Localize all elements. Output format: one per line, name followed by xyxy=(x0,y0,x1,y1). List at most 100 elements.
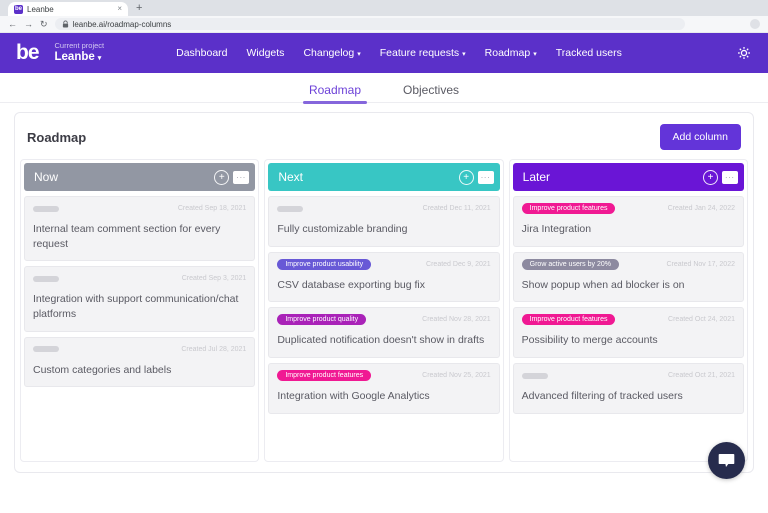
chat-widget-button[interactable] xyxy=(708,442,745,479)
card-created-date: Created Nov 28, 2021 xyxy=(422,316,491,324)
browser-avatar[interactable] xyxy=(750,19,760,29)
lane-actions: + ... xyxy=(702,169,738,185)
card-tag: Improve product features xyxy=(277,370,372,382)
roadmap-card[interactable]: Created Dec 11, 2021 Fully customizable … xyxy=(268,196,500,247)
app-navbar: be Current project Leanbe ▾ Dashboard Wid… xyxy=(0,33,768,73)
card-title: Duplicated notification doesn't show in … xyxy=(277,334,485,347)
nav-items: Dashboard Widgets Changelog ▾ Feature req… xyxy=(176,47,622,59)
panel-header: Roadmap Add column xyxy=(15,113,753,159)
card-tag-placeholder xyxy=(33,346,59,353)
nav-item[interactable]: Changelog ▾ xyxy=(303,47,360,59)
card-top-row: Created Sep 3, 2021 xyxy=(33,273,246,284)
card-top-row: Created Dec 11, 2021 xyxy=(277,203,491,214)
nav-item[interactable]: Widgets xyxy=(247,47,285,59)
cards-list: Created Dec 11, 2021 Fully customizable … xyxy=(268,196,500,414)
card-top-row: Improve product quality Created Nov 28, … xyxy=(277,314,491,326)
card-top-row: Improve product features Created Jan 24,… xyxy=(521,203,735,214)
settings-gear-icon[interactable] xyxy=(736,45,752,61)
card-title: Advanced filtering of tracked users xyxy=(521,390,683,403)
card-created-date: Created Nov 25, 2021 xyxy=(422,372,491,380)
lock-icon xyxy=(62,20,68,28)
chevron-down-icon: ▾ xyxy=(357,51,361,58)
chevron-down-icon: ▾ xyxy=(97,54,102,62)
lane-actions: + ... xyxy=(458,169,494,185)
card-top-row: Improve product features Created Oct 24,… xyxy=(521,314,735,326)
lane-actions: + ... xyxy=(214,169,250,185)
nav-item[interactable]: Tracked users xyxy=(556,47,622,59)
lane-header: Next + ... xyxy=(268,163,500,191)
lane-title: Later xyxy=(522,170,551,184)
nav-item[interactable]: Feature requests ▾ xyxy=(380,47,466,59)
leanbe-logo[interactable]: be xyxy=(16,41,39,65)
page-title: Roadmap xyxy=(27,129,87,145)
project-switcher[interactable]: Current project Leanbe ▾ xyxy=(54,41,105,64)
nav-item[interactable]: Roadmap ▾ xyxy=(485,47,537,59)
nav-item[interactable]: Dashboard xyxy=(176,47,227,59)
card-title: Custom categories and labels xyxy=(33,363,172,376)
lane-header: Now + ... xyxy=(24,163,256,191)
lane-menu-ellipsis-icon[interactable]: ... xyxy=(477,170,494,184)
card-title: CSV database exporting bug fix xyxy=(277,278,426,291)
card-created-date: Created Dec 11, 2021 xyxy=(422,205,491,212)
back-icon[interactable]: ← xyxy=(8,19,17,29)
card-created-date: Created Dec 9, 2021 xyxy=(426,260,491,268)
add-card-plus-icon[interactable]: + xyxy=(458,169,474,185)
page-tab[interactable]: Roadmap xyxy=(302,77,368,104)
card-created-date: Created Sep 18, 2021 xyxy=(177,205,247,212)
forward-icon[interactable]: → xyxy=(24,19,33,29)
browser-tab[interactable]: be Leanbe × xyxy=(8,2,128,16)
roadmap-card[interactable]: Created Sep 3, 2021 Integration with sup… xyxy=(24,266,256,332)
board-lane: Later + ... Improve product features Cre… xyxy=(508,159,748,462)
lane-title: Next xyxy=(278,170,304,184)
chevron-down-icon: ▾ xyxy=(462,51,466,58)
card-created-date: Created Jan 24, 2022 xyxy=(667,205,735,212)
page-tabs: Roadmap Objectives xyxy=(0,73,768,104)
card-top-row: Created Oct 21, 2021 xyxy=(521,370,735,381)
card-title: Integration with Google Analytics xyxy=(277,390,430,403)
card-top-row: Improve product usability Created Dec 9,… xyxy=(277,258,491,270)
reload-icon[interactable]: ↻ xyxy=(40,19,48,29)
roadmap-card[interactable]: Improve product features Created Jan 24,… xyxy=(512,196,744,247)
card-top-row: Grow active users by 20% Created Nov 17,… xyxy=(521,258,735,270)
cards-list: Improve product features Created Jan 24,… xyxy=(512,196,744,414)
roadmap-card[interactable]: Grow active users by 20% Created Nov 17,… xyxy=(512,251,744,303)
card-tag: Improve product usability xyxy=(277,258,372,270)
new-tab-button[interactable]: + xyxy=(136,2,142,16)
roadmap-card[interactable]: Improve product features Created Oct 24,… xyxy=(512,307,744,359)
roadmap-card[interactable]: Improve product features Created Nov 25,… xyxy=(268,363,500,414)
card-created-date: Created Jul 28, 2021 xyxy=(181,345,247,353)
card-tag-placeholder xyxy=(277,205,304,212)
lane-menu-ellipsis-icon[interactable]: ... xyxy=(721,170,738,184)
card-created-date: Created Oct 21, 2021 xyxy=(668,372,735,380)
card-title: Integration with support communication/c… xyxy=(33,293,239,321)
project-label: Current project xyxy=(54,41,105,51)
roadmap-card[interactable]: Improve product usability Created Dec 9,… xyxy=(268,251,500,303)
card-title: Internal team comment section for every … xyxy=(33,223,221,250)
add-card-plus-icon[interactable]: + xyxy=(702,169,718,185)
roadmap-card[interactable]: Created Oct 21, 2021 Advanced filtering … xyxy=(512,363,744,414)
card-tag: Improve product features xyxy=(521,203,616,214)
url-text: leanbe.ai/roadmap-columns xyxy=(72,19,172,29)
tab-close-icon[interactable]: × xyxy=(117,5,122,13)
card-created-date: Created Nov 17, 2022 xyxy=(666,260,735,268)
roadmap-card[interactable]: Improve product quality Created Nov 28, … xyxy=(268,307,500,359)
page-tab[interactable]: Objectives xyxy=(401,77,461,103)
browser-toolbar: ← → ↻ leanbe.ai/roadmap-columns xyxy=(0,16,768,33)
card-created-date: Created Oct 24, 2021 xyxy=(668,316,735,324)
project-name: Leanbe ▾ xyxy=(54,50,102,63)
address-bar[interactable]: leanbe.ai/roadmap-columns xyxy=(54,18,685,30)
card-top-row: Created Sep 18, 2021 xyxy=(33,203,246,214)
lane-menu-ellipsis-icon[interactable]: ... xyxy=(233,170,250,184)
card-title: Fully customizable branding xyxy=(277,223,408,235)
card-top-row: Improve product features Created Nov 25,… xyxy=(277,370,491,382)
roadmap-card[interactable]: Created Sep 18, 2021 Internal team comme… xyxy=(24,196,256,262)
roadmap-card[interactable]: Created Jul 28, 2021 Custom categories a… xyxy=(24,336,256,388)
card-title: Jira Integration xyxy=(521,223,592,235)
leanbe-favicon-icon: be xyxy=(14,4,23,14)
card-tag-placeholder xyxy=(33,205,59,212)
chat-bubble-icon xyxy=(718,454,735,467)
board-lane: Now + ... Created Sep 18, 2021 Internal … xyxy=(20,159,260,462)
add-card-plus-icon[interactable]: + xyxy=(214,169,230,185)
add-column-button[interactable]: Add column xyxy=(659,124,741,150)
card-tag-placeholder xyxy=(521,372,548,379)
